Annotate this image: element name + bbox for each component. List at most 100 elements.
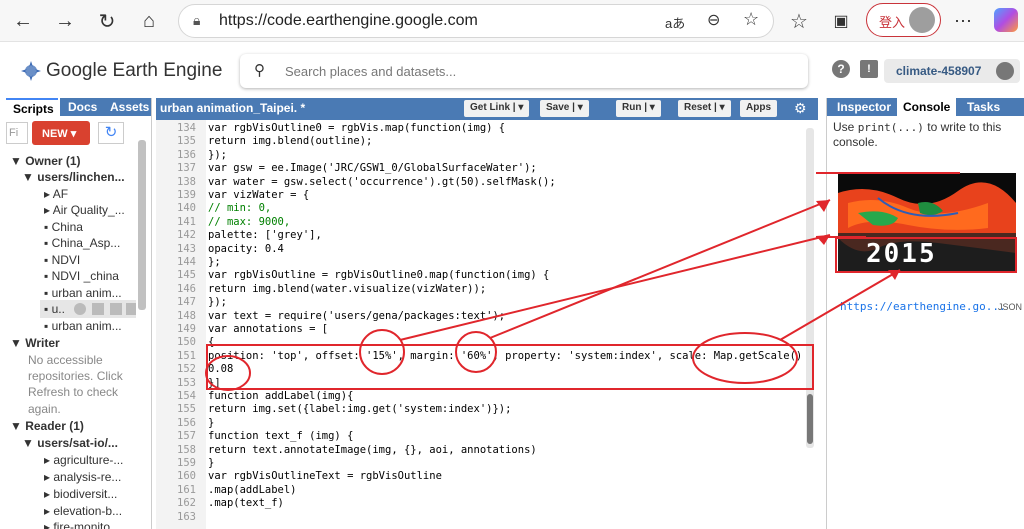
run-button[interactable]: Run | ▾ [616, 100, 661, 117]
tree-folder-agriculture[interactable]: ▸ agriculture-... [44, 453, 123, 467]
reset-button[interactable]: Reset | ▾ [678, 100, 731, 117]
code-line[interactable]: } [208, 417, 214, 429]
read-aloud-icon[interactable]: aあ [665, 13, 685, 32]
favorites-icon[interactable]: ☆ [786, 8, 812, 34]
editor-scrollbar[interactable] [807, 394, 813, 444]
writer-note-3: Refresh to check [28, 385, 119, 399]
tree-folder-airquality[interactable]: ▸ Air Quality_... [44, 203, 125, 217]
code-line[interactable]: return img.set({label:img.get('system:in… [208, 403, 511, 415]
address-bar[interactable]: 🔒︎ https://code.earthengine.google.com a… [178, 4, 774, 38]
code-line[interactable]: var water = gsw.select('occurrence').gt(… [208, 176, 556, 188]
copilot-icon[interactable] [994, 8, 1018, 32]
tree-file-china[interactable]: ▪ China [44, 220, 83, 234]
code-line[interactable]: position: 'top', offset: '15%', margin: … [208, 350, 815, 362]
code-line[interactable]: 0.08 [208, 363, 233, 375]
tree-owner[interactable]: ▼ Owner (1) [10, 154, 81, 168]
code-line[interactable]: .map(text_f) [208, 497, 284, 509]
tab-tasks[interactable]: Tasks [961, 98, 1006, 116]
editor-toolbar: urban animation_Taipei. * Get Link | ▾ S… [156, 98, 818, 120]
animation-thumbnail[interactable]: 2015 [838, 173, 1016, 273]
refresh-icon[interactable]: ↻ [98, 122, 124, 144]
code-line[interactable]: var text = require('users/gena/packages:… [208, 310, 505, 322]
json-link[interactable]: JSON [998, 302, 1022, 312]
tree-file-urban-anim-1[interactable]: ▪ urban anim... [44, 286, 122, 300]
line-number: 145 [177, 269, 196, 282]
tree-file-ndvi-china[interactable]: ▪ NDVI _china [44, 269, 119, 283]
search-placeholder: Search places and datasets... [285, 64, 457, 79]
search-input[interactable]: ⚲ Search places and datasets... [240, 54, 808, 88]
file-label: NDVI _china [51, 269, 119, 283]
forward-icon[interactable]: → [52, 8, 78, 34]
favorite-star-icon[interactable]: ☆ [743, 9, 759, 30]
line-number: 163 [177, 510, 196, 523]
new-label: NEW [42, 128, 68, 140]
settings-gear-icon[interactable]: ⚙ [794, 100, 807, 117]
tree-file-urban-anim-2[interactable]: ▪ urban anim... [44, 319, 122, 333]
filter-input[interactable]: Fi [6, 122, 28, 144]
code-line[interactable]: var rgbVisOutline = rgbVisOutline0.map(f… [208, 269, 549, 281]
code-line[interactable]: return img.blend(outline); [208, 135, 372, 147]
tab-console[interactable]: Console [897, 98, 957, 116]
tree-file-china-asp[interactable]: ▪ China_Asp... [44, 236, 120, 250]
delete-icon[interactable] [126, 303, 136, 315]
tree-folder-analysis[interactable]: ▸ analysis-re... [44, 470, 121, 484]
tree-file-ndvi[interactable]: ▪ NDVI [44, 253, 80, 267]
tab-scripts[interactable]: Scripts [6, 98, 58, 116]
line-number: 150 [177, 336, 196, 349]
tree-folder-fire[interactable]: ▸ fire-monito... [44, 520, 120, 529]
code-line[interactable]: return img.blend(water.visualize(vizWate… [208, 283, 486, 295]
tree-folder-elevation[interactable]: ▸ elevation-b... [44, 504, 122, 518]
tab-docs[interactable]: Docs [60, 98, 104, 116]
tree-reader[interactable]: ▼ Reader (1) [10, 419, 84, 433]
home-icon[interactable]: ⌂ [136, 8, 162, 34]
help-icon[interactable]: ? [832, 60, 850, 78]
tab-assets[interactable]: Assets [104, 98, 151, 116]
feedback-icon[interactable]: ! [860, 60, 878, 78]
gee-header: Google Earth Engine ⚲ Search places and … [0, 43, 1024, 97]
tree-user-linchen[interactable]: ▼ users/linchen... [22, 170, 125, 184]
code-line[interactable]: }); [208, 296, 227, 308]
code-line[interactable]: }); [208, 149, 227, 161]
code-line[interactable]: .map(addLabel) [208, 484, 297, 496]
code-line[interactable]: var gsw = ee.Image('JRC/GSW1_0/GlobalSur… [208, 162, 537, 174]
back-icon[interactable]: ← [10, 8, 36, 34]
code-line[interactable]: }; [208, 256, 221, 268]
code-line[interactable]: } [208, 457, 214, 469]
left-scrollbar[interactable] [138, 140, 146, 310]
collections-icon[interactable]: ▣ [828, 8, 854, 34]
account-avatar[interactable] [996, 62, 1014, 80]
tab-inspector[interactable]: Inspector [831, 98, 897, 116]
code-line[interactable]: // max: 9000, [208, 216, 290, 228]
new-button[interactable]: NEW ▾ [32, 121, 90, 145]
get-link-button[interactable]: Get Link | ▾ [464, 100, 530, 117]
code-line[interactable]: // min: 0, [208, 202, 271, 214]
code-line[interactable]: opacity: 0.4 [208, 243, 284, 255]
share-icon[interactable] [92, 303, 104, 315]
code-line[interactable]: { [208, 336, 214, 348]
code-line[interactable]: var vizWater = { [208, 189, 309, 201]
login-button[interactable]: 登入 [866, 3, 941, 37]
code-line[interactable]: }] [208, 377, 221, 389]
zoom-icon[interactable]: ⊖ [707, 10, 720, 30]
edit-icon[interactable] [110, 303, 122, 315]
more-menu-icon[interactable]: ⋯ [950, 8, 976, 34]
thumbnail-link[interactable]: https://earthengine.go... [840, 300, 1006, 313]
code-line[interactable]: var rgbVisOutlineText = rgbVisOutline [208, 470, 442, 482]
file-label: NDVI [51, 253, 81, 267]
history-icon[interactable] [74, 303, 86, 315]
tree-folder-af[interactable]: ▸ AF [44, 187, 68, 201]
tree-writer[interactable]: ▼ Writer [10, 336, 60, 350]
project-selector[interactable]: climate-458907 [884, 59, 1020, 83]
reload-icon[interactable]: ↻ [94, 8, 120, 34]
code-line[interactable]: var annotations = [ [208, 323, 328, 335]
apps-button[interactable]: Apps [740, 100, 777, 117]
code-line[interactable]: return text.annotateImage(img, {}, aoi, … [208, 444, 537, 456]
code-line[interactable]: var rgbVisOutline0 = rgbVis.map(function… [208, 122, 505, 134]
tree-file-selected[interactable]: ▪ u.. [40, 300, 136, 318]
save-button[interactable]: Save | ▾ [540, 100, 589, 117]
code-line[interactable]: function text_f (img) { [208, 430, 353, 442]
code-line[interactable]: palette: ['grey'], [208, 229, 322, 241]
tree-folder-biodiversity[interactable]: ▸ biodiversit... [44, 487, 117, 501]
code-line[interactable]: function addLabel(img){ [208, 390, 353, 402]
tree-user-sat-io[interactable]: ▼ users/sat-io/... [22, 436, 118, 450]
